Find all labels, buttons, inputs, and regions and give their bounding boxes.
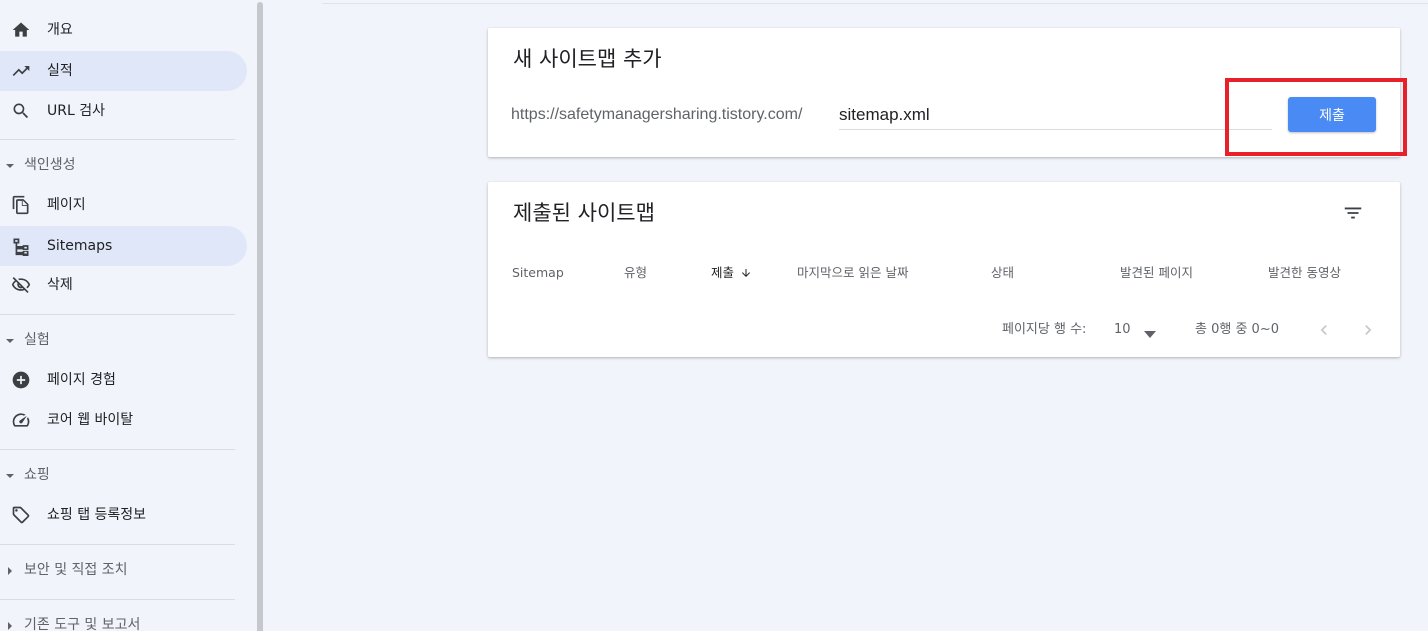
header-divider xyxy=(322,3,1428,4)
sidebar-item-performance[interactable]: 실적 xyxy=(0,51,247,91)
pagination-range: 총 0행 중 0~0 xyxy=(1195,322,1279,337)
previous-page-button[interactable] xyxy=(1314,320,1334,340)
sidebar-item-label: 실적 xyxy=(47,63,73,79)
section-legacy-tools[interactable]: 기존 도구 및 보고서 xyxy=(0,611,240,631)
add-circle-icon xyxy=(11,370,31,390)
sidebar-item-shopping-listings[interactable]: 쇼핑 탭 등록정보 xyxy=(0,495,247,535)
sidebar-item-label: 삭제 xyxy=(47,277,73,293)
sidebar: 개요 실적 URL 검사 색인생성 페이지 Sitemaps 삭제 실험 페이지… xyxy=(0,0,256,631)
trending-up-icon xyxy=(11,61,31,81)
sidebar-divider xyxy=(0,544,235,545)
arrow-down-icon xyxy=(740,267,752,283)
caret-down-icon xyxy=(5,334,15,344)
add-sitemap-title: 새 사이트맵 추가 xyxy=(513,47,662,71)
submitted-sitemaps-card: 제출된 사이트맵 Sitemap 유형 제출 마지막으로 읽은 날짜 상태 발견… xyxy=(488,182,1400,357)
sidebar-item-label: 페이지 xyxy=(47,197,86,213)
section-label: 보안 및 직접 조치 xyxy=(24,562,128,578)
pages-icon xyxy=(11,195,31,215)
rows-per-page-value: 10 xyxy=(1114,322,1131,337)
sidebar-divider xyxy=(0,314,235,315)
column-header-last-read[interactable]: 마지막으로 읽은 날짜 xyxy=(797,265,908,281)
highlight-annotation-box xyxy=(1225,78,1407,156)
rows-per-page-label: 페이지당 행 수: xyxy=(1002,322,1087,337)
caret-right-icon xyxy=(5,619,15,630)
section-indexing[interactable]: 색인생성 xyxy=(0,151,240,181)
sidebar-divider xyxy=(0,599,235,600)
caret-down-icon xyxy=(5,159,15,169)
sidebar-item-core-web-vitals[interactable]: 코어 웹 바이탈 xyxy=(0,400,247,440)
column-header-status[interactable]: 상태 xyxy=(991,265,1014,281)
sidebar-item-url-inspection[interactable]: URL 검사 xyxy=(0,91,247,131)
filter-icon[interactable] xyxy=(1342,202,1364,224)
section-shopping[interactable]: 쇼핑 xyxy=(0,461,240,491)
column-header-label: 제출 xyxy=(711,265,735,280)
section-label: 쇼핑 xyxy=(24,467,50,483)
column-header-discovered-pages[interactable]: 발견된 페이지 xyxy=(1120,265,1193,281)
chevron-right-icon xyxy=(1365,325,1372,335)
caret-right-icon xyxy=(5,564,15,575)
sidebar-item-label: 개요 xyxy=(47,22,73,38)
submitted-sitemaps-title: 제출된 사이트맵 xyxy=(513,201,655,225)
visibility-off-icon xyxy=(11,275,31,295)
sidebar-item-label: Sitemaps xyxy=(47,238,113,254)
sidebar-item-label: 쇼핑 탭 등록정보 xyxy=(47,507,147,523)
section-label: 기존 도구 및 보고서 xyxy=(24,617,141,631)
sidebar-divider xyxy=(0,139,235,140)
sidebar-item-label: URL 검사 xyxy=(47,103,105,119)
caret-down-icon xyxy=(5,469,15,479)
speed-gauge-icon xyxy=(11,410,31,430)
home-icon xyxy=(11,20,31,40)
column-header-type[interactable]: 유형 xyxy=(624,265,647,281)
sidebar-item-label: 코어 웹 바이탈 xyxy=(47,412,134,428)
rows-per-page-select[interactable]: 10 xyxy=(1114,320,1162,340)
column-header-sitemap[interactable]: Sitemap xyxy=(512,265,564,281)
sidebar-item-label: 페이지 경험 xyxy=(47,372,116,388)
section-label: 색인생성 xyxy=(24,157,76,173)
chevron-down-icon xyxy=(1144,326,1156,346)
sitemap-url-input[interactable] xyxy=(839,102,1272,130)
scrollbar-thumb[interactable] xyxy=(257,2,263,631)
chevron-left-icon xyxy=(1320,325,1327,335)
site-url-prefix: https://safetymanagersharing.tistory.com… xyxy=(511,106,803,123)
next-page-button[interactable] xyxy=(1358,320,1378,340)
sidebar-item-page-experience[interactable]: 페이지 경험 xyxy=(0,360,247,400)
search-icon xyxy=(11,101,31,121)
sidebar-item-overview[interactable]: 개요 xyxy=(0,10,247,50)
section-security-manual-actions[interactable]: 보안 및 직접 조치 xyxy=(0,556,240,586)
section-experience[interactable]: 실험 xyxy=(0,326,240,356)
sidebar-item-pages[interactable]: 페이지 xyxy=(0,185,247,225)
sidebar-scrollbar[interactable] xyxy=(256,0,264,631)
sitemap-icon xyxy=(11,236,31,256)
column-header-discovered-videos[interactable]: 발견한 동영상 xyxy=(1268,265,1341,281)
tag-icon xyxy=(11,505,31,525)
sidebar-item-removals[interactable]: 삭제 xyxy=(0,265,247,305)
section-label: 실험 xyxy=(24,332,50,348)
sidebar-item-sitemaps[interactable]: Sitemaps xyxy=(0,226,247,266)
sidebar-divider xyxy=(0,449,235,450)
column-header-submitted[interactable]: 제출 xyxy=(711,265,752,283)
